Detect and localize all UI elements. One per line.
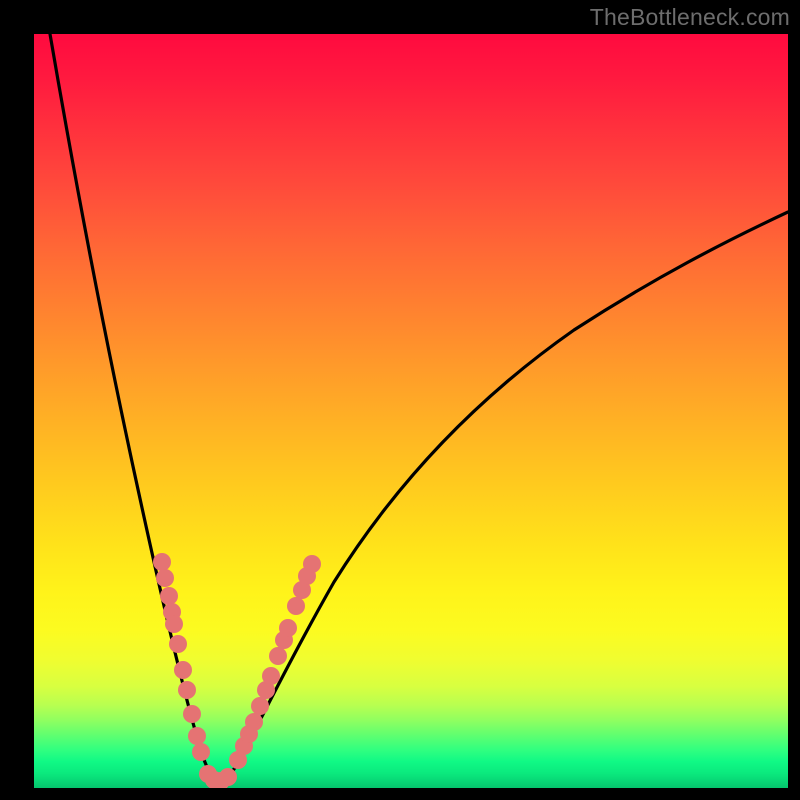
marker-dot [279, 619, 297, 637]
markers-left [153, 553, 210, 761]
marker-dot [251, 697, 269, 715]
chart-stage: TheBottleneck.com [0, 0, 800, 800]
marker-dot [165, 615, 183, 633]
marker-dot [192, 743, 210, 761]
marker-dot [188, 727, 206, 745]
marker-dot [178, 681, 196, 699]
marker-dot [174, 661, 192, 679]
marker-dot [183, 705, 201, 723]
marker-dot [269, 647, 287, 665]
marker-dot [153, 553, 171, 571]
marker-dot [245, 713, 263, 731]
marker-dot [160, 587, 178, 605]
marker-dot [262, 667, 280, 685]
markers-right [229, 555, 321, 769]
marker-dot [156, 569, 174, 587]
marker-dot [287, 597, 305, 615]
plot-area [34, 34, 788, 788]
curve-path [50, 34, 788, 782]
bottleneck-curve-svg [34, 34, 788, 788]
marker-dot [169, 635, 187, 653]
marker-dot [219, 768, 237, 786]
watermark-text: TheBottleneck.com [590, 4, 790, 31]
marker-dot [303, 555, 321, 573]
markers-valley [199, 765, 237, 788]
